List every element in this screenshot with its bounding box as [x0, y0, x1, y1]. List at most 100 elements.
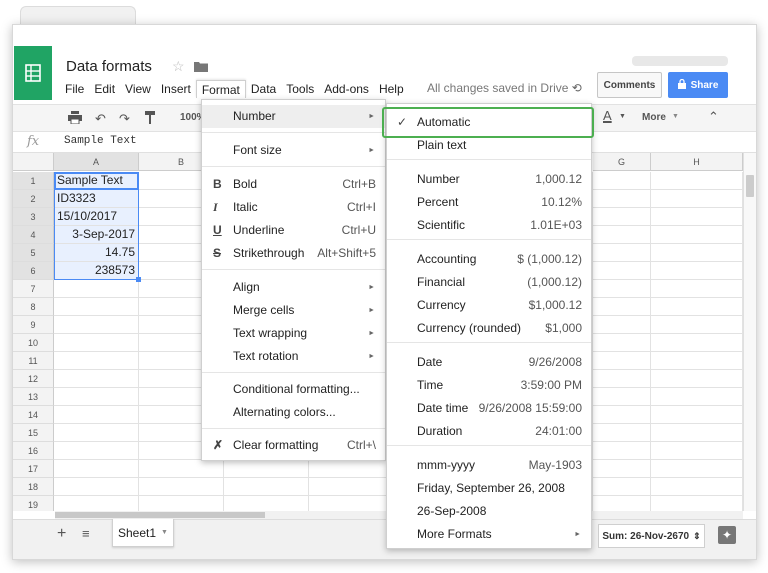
cell[interactable] — [651, 244, 743, 262]
paint-format-icon[interactable] — [145, 111, 155, 127]
menu-tools[interactable]: Tools — [281, 80, 319, 98]
row-header[interactable]: 1 — [13, 172, 54, 190]
cell[interactable] — [651, 370, 743, 388]
row-header[interactable]: 16 — [13, 442, 54, 460]
cell[interactable] — [651, 352, 743, 370]
row-header[interactable]: 13 — [13, 388, 54, 406]
cell[interactable] — [139, 478, 224, 496]
fill-handle[interactable] — [136, 277, 141, 282]
cell[interactable] — [593, 370, 651, 388]
column-header-a[interactable]: A — [54, 153, 139, 171]
cell[interactable]: Sample Text — [54, 172, 139, 190]
chevron-down-icon[interactable]: ▼ — [619, 113, 626, 120]
number-format-item[interactable]: Financial (1,000.12) — [387, 271, 591, 294]
document-title[interactable]: Data formats — [66, 58, 152, 75]
menu-item-strikethrough[interactable]: S Strikethrough Alt+Shift+5 — [202, 242, 385, 265]
column-header-h[interactable]: H — [651, 153, 743, 171]
cell[interactable] — [593, 298, 651, 316]
cell[interactable] — [593, 208, 651, 226]
row-header[interactable]: 2 — [13, 190, 54, 208]
row-header[interactable]: 9 — [13, 316, 54, 334]
cell[interactable] — [651, 280, 743, 298]
cell[interactable] — [54, 406, 139, 424]
cell[interactable] — [651, 388, 743, 406]
number-format-item[interactable]: Currency $1,000.12 — [387, 294, 591, 317]
cell[interactable] — [651, 424, 743, 442]
cell[interactable] — [651, 190, 743, 208]
sheets-logo-icon[interactable] — [14, 46, 52, 100]
row-header[interactable]: 12 — [13, 370, 54, 388]
share-button[interactable]: Share — [668, 72, 728, 98]
row-header[interactable]: 11 — [13, 352, 54, 370]
print-icon[interactable] — [68, 111, 82, 127]
row-header[interactable]: 14 — [13, 406, 54, 424]
row-header[interactable]: 3 — [13, 208, 54, 226]
number-format-item[interactable]: Number 1,000.12 — [387, 168, 591, 191]
menu-item-text-rotation[interactable]: Text rotation ► — [202, 345, 385, 368]
row-header[interactable]: 8 — [13, 298, 54, 316]
star-icon[interactable]: ☆ — [172, 58, 185, 75]
folder-icon[interactable] — [194, 60, 208, 75]
cell[interactable] — [651, 298, 743, 316]
sheet-list-icon[interactable]: ≡ — [82, 526, 90, 541]
cell[interactable] — [651, 208, 743, 226]
cell[interactable]: 14.75 — [54, 244, 139, 262]
cell[interactable] — [54, 442, 139, 460]
menu-item-align[interactable]: Align ► — [202, 276, 385, 299]
row-header[interactable]: 10 — [13, 334, 54, 352]
number-format-item[interactable]: Friday, September 26, 2008 — [387, 477, 591, 500]
cell[interactable] — [651, 172, 743, 190]
cell[interactable] — [139, 460, 224, 478]
menu-item-italic[interactable]: I Italic Ctrl+I — [202, 196, 385, 219]
cell[interactable] — [651, 442, 743, 460]
vertical-scrollbar[interactable] — [743, 153, 756, 511]
collapse-toolbar-icon[interactable]: ⌃ — [708, 109, 719, 125]
cell[interactable] — [651, 334, 743, 352]
cell[interactable] — [54, 352, 139, 370]
row-header[interactable]: 18 — [13, 478, 54, 496]
cell[interactable] — [651, 478, 743, 496]
account-email[interactable] — [632, 56, 728, 66]
cell[interactable]: 3-Sep-2017 — [54, 226, 139, 244]
number-format-item[interactable]: More Formats ► — [387, 523, 591, 546]
cell[interactable] — [54, 388, 139, 406]
cell[interactable] — [139, 496, 224, 511]
menu-item-text-wrapping[interactable]: Text wrapping ► — [202, 322, 385, 345]
cell[interactable] — [651, 262, 743, 280]
number-format-item[interactable]: Currency (rounded) $1,000 — [387, 317, 591, 340]
menu-format[interactable]: Format — [195, 80, 246, 98]
menu-file[interactable]: File — [60, 80, 89, 98]
cell[interactable] — [224, 460, 309, 478]
row-header[interactable]: 5 — [13, 244, 54, 262]
cell[interactable] — [309, 478, 394, 496]
cell[interactable]: 15/10/2017 — [54, 208, 139, 226]
cell[interactable] — [224, 478, 309, 496]
menu-view[interactable]: View — [120, 80, 156, 98]
cell[interactable] — [224, 496, 309, 511]
cell[interactable] — [54, 496, 139, 511]
add-sheet-icon[interactable]: + — [57, 525, 66, 543]
text-color-button[interactable]: A — [603, 108, 612, 123]
number-format-item[interactable]: Scientific 1.01E+03 — [387, 214, 591, 237]
number-format-item[interactable]: Date 9/26/2008 — [387, 351, 591, 374]
cell[interactable]: ID3323 — [54, 190, 139, 208]
cell[interactable] — [54, 424, 139, 442]
cell[interactable] — [54, 460, 139, 478]
menu-item-font-size[interactable]: Font size ► — [202, 139, 385, 162]
menu-data[interactable]: Data — [246, 80, 281, 98]
cell[interactable] — [309, 460, 394, 478]
cell[interactable] — [54, 298, 139, 316]
cell[interactable] — [593, 478, 651, 496]
menu-item-clear-formatting[interactable]: ✗ Clear formatting Ctrl+\ — [202, 434, 385, 457]
cell[interactable] — [54, 334, 139, 352]
cell[interactable] — [593, 334, 651, 352]
number-format-item[interactable]: mmm-yyyy May-1903 — [387, 454, 591, 477]
row-header[interactable]: 7 — [13, 280, 54, 298]
corner-header[interactable] — [13, 153, 54, 171]
cell[interactable] — [593, 352, 651, 370]
cell[interactable]: 238573 — [54, 262, 139, 280]
horizontal-scroll-thumb[interactable] — [55, 512, 265, 518]
explore-icon[interactable]: ✦ — [718, 526, 736, 544]
menu-item-conditional-formatting[interactable]: Conditional formatting... — [202, 378, 385, 401]
menu-edit[interactable]: Edit — [89, 80, 120, 98]
